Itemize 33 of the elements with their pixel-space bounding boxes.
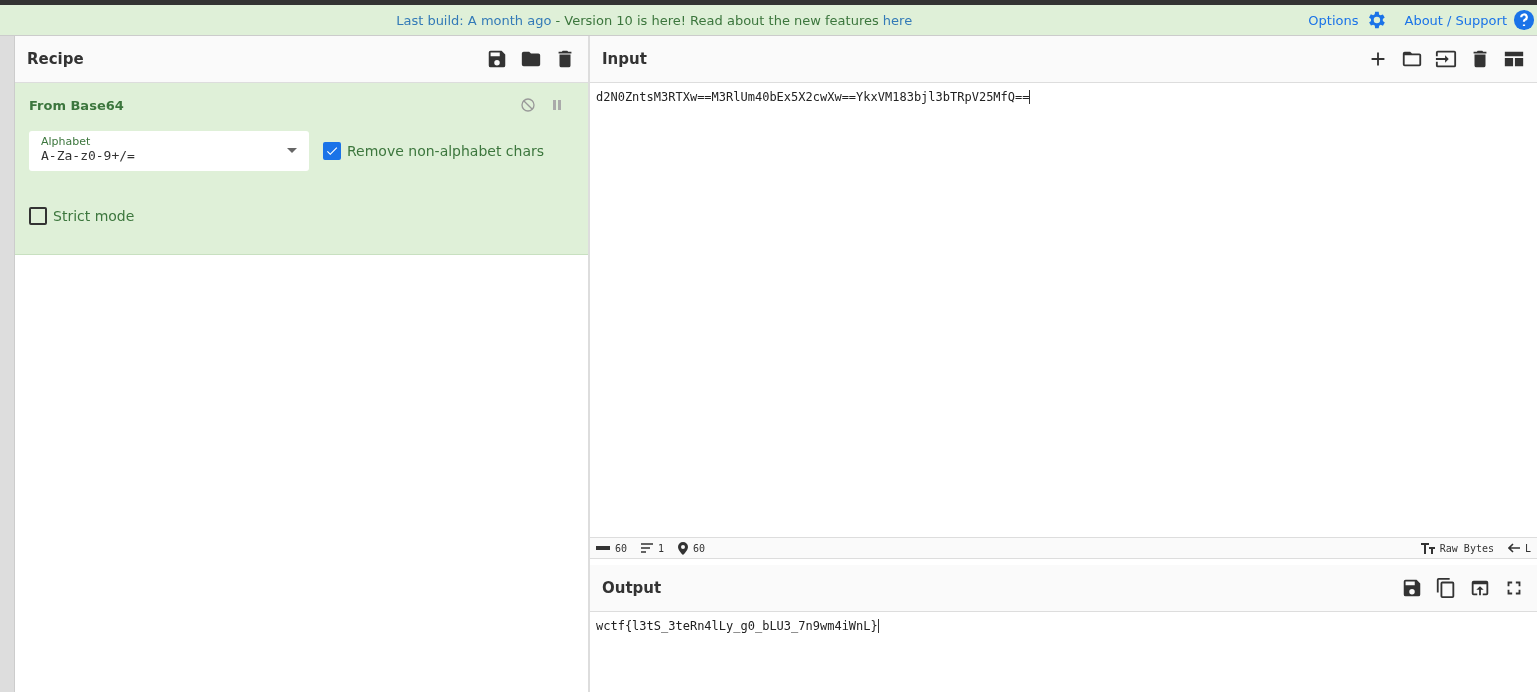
cursor-position: 60 (693, 542, 706, 554)
copy-icon[interactable] (1435, 577, 1457, 599)
location-icon (678, 541, 689, 555)
panel-title: Input (602, 50, 648, 68)
features-link[interactable]: here (882, 12, 913, 28)
lines-icon (641, 543, 654, 553)
input-field[interactable]: d2N0ZntsM3RTXw==M3RlUm40bEx5X2cwXw==YkxVM183bjl3bTRpV25MfQ== (596, 90, 1031, 104)
return-icon[interactable] (1507, 543, 1520, 553)
checkbox[interactable] (323, 142, 341, 160)
output-text: wctf{l3tS_3teRn4lLy_g0_bLU3_7n9wm4iWnL} (596, 619, 879, 633)
check-icon (325, 144, 339, 158)
length-icon (596, 544, 610, 552)
caret-icon (287, 148, 297, 154)
about-link[interactable]: About / Support (1404, 12, 1507, 28)
length-count: 60 (615, 542, 628, 554)
panel-title: Recipe (27, 50, 85, 68)
options-link[interactable]: Options (1308, 12, 1359, 28)
checkbox-label[interactable]: Strict mode (53, 208, 135, 224)
load-icon[interactable] (1435, 48, 1457, 70)
eol-label[interactable]: L (1524, 542, 1531, 554)
alphabet-dropdown[interactable]: Alphabet A-Za-z0-9+/= (29, 131, 309, 171)
line-count: 1 (658, 542, 665, 554)
font-icon[interactable] (1420, 542, 1435, 554)
checkbox-label[interactable]: Remove non-alphabet chars (347, 143, 545, 159)
operation-title: From Base64 (29, 97, 125, 113)
build-link[interactable]: Last build: A month ago (396, 12, 552, 28)
save-icon[interactable] (486, 48, 508, 70)
panel-title: Output (602, 579, 663, 597)
help-icon[interactable] (1513, 9, 1535, 31)
save-icon[interactable] (1401, 577, 1423, 599)
checkbox[interactable] (29, 207, 47, 225)
banner-message: Last build: A month ago - Version 10 is here! Read about the new features here (395, 12, 914, 28)
encoding-label[interactable]: Raw Bytes (1439, 542, 1494, 554)
